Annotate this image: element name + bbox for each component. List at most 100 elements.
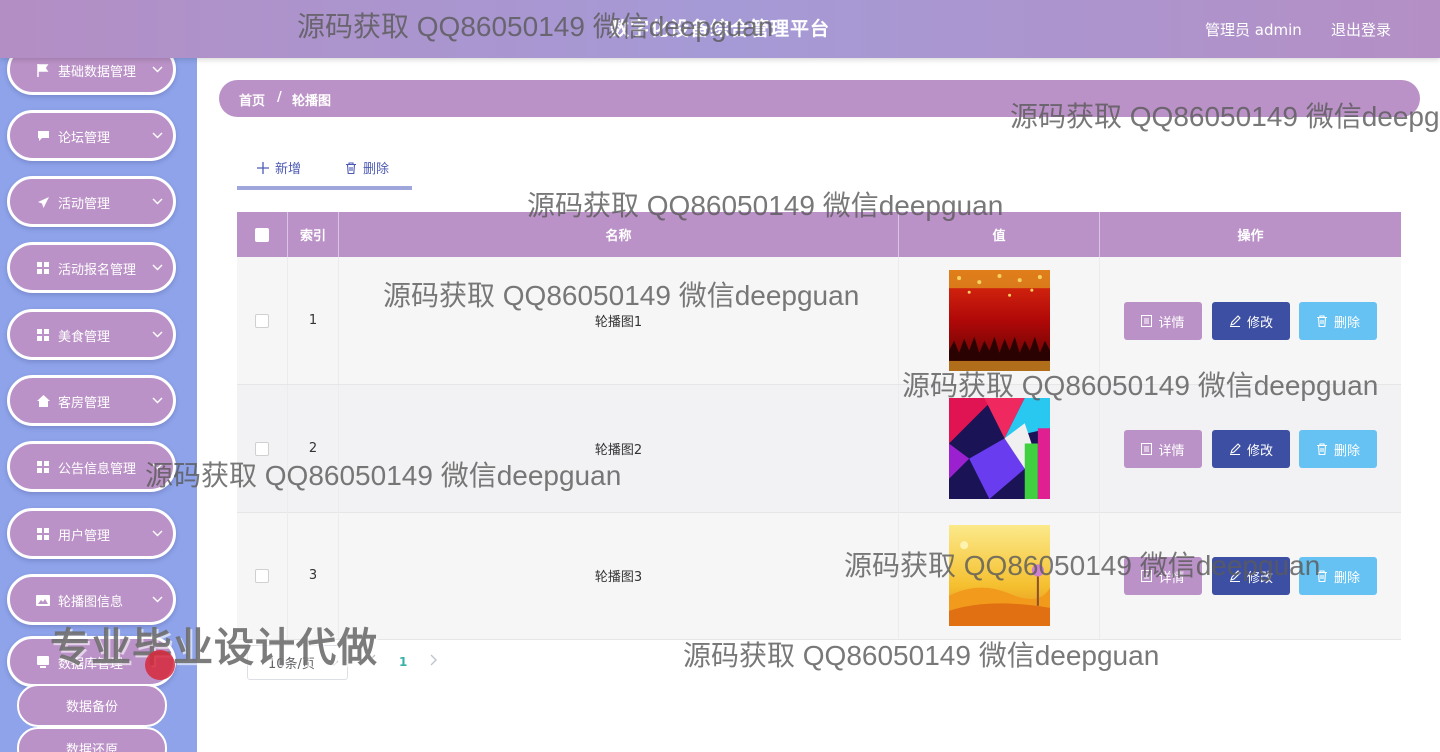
row-select-cell <box>237 257 288 384</box>
row-image-cell <box>899 385 1100 512</box>
chevron-down-icon <box>152 132 163 139</box>
detail-button[interactable]: 详情 <box>1124 302 1202 340</box>
sidebar-item-food[interactable]: 美食管理 <box>7 309 176 360</box>
sidebar-item-rooms[interactable]: 客房管理 <box>7 375 176 426</box>
page-number-current[interactable]: 1 <box>399 655 407 669</box>
sidebar-item-carousel[interactable]: 轮播图信息 <box>7 574 176 625</box>
flag-icon <box>35 62 51 78</box>
row-name: 轮播图3 <box>339 512 899 639</box>
delete-button[interactable]: 删除 <box>1299 557 1377 595</box>
add-button-label: 新增 <box>275 162 302 177</box>
page-size-select[interactable]: 10条/页 <box>247 645 348 680</box>
logout-button[interactable]: 退出登录 <box>1331 19 1391 40</box>
sidebar-subitem-backup[interactable]: 数据备份 <box>17 684 167 727</box>
row-name: 轮播图2 <box>339 385 899 512</box>
row-checkbox[interactable] <box>255 441 269 456</box>
grid-icon <box>35 459 51 475</box>
row-index: 1 <box>288 257 339 384</box>
top-header: 数字化设备综合管理平台 管理员 admin 退出登录 <box>0 0 1440 58</box>
comment-icon <box>35 128 51 144</box>
edit-button[interactable]: 修改 <box>1212 430 1290 468</box>
detail-button[interactable]: 详情 <box>1124 557 1202 595</box>
detail-button-label: 详情 <box>1158 315 1185 331</box>
sidebar-item-forum[interactable]: 论坛管理 <box>7 110 176 161</box>
row-actions-cell: 详情 修改 删除 <box>1100 257 1401 384</box>
pencil-icon <box>1229 315 1241 327</box>
image-icon <box>35 592 51 608</box>
mouse-cursor-indicator <box>145 650 175 680</box>
sidebar-item-label: 活动报名管理 <box>58 263 137 278</box>
sidebar: 基础数据管理 论坛管理 活动管理 活动报名管理 美食管理 客房管理 公告信息管理… <box>0 0 197 752</box>
trash-icon <box>1316 315 1327 327</box>
sidebar-item-label: 轮播图信息 <box>58 595 124 610</box>
carousel-thumbnail-red-stage[interactable] <box>948 270 1050 371</box>
row-image-cell <box>899 257 1100 384</box>
edit-button[interactable]: 修改 <box>1212 557 1290 595</box>
carousel-thumbnail-autumn-landscape[interactable] <box>948 525 1050 626</box>
detail-button-label: 详情 <box>1158 570 1185 586</box>
sidebar-subitem-label: 数据还原 <box>65 743 118 752</box>
row-name: 轮播图1 <box>339 257 899 384</box>
chevron-down-icon <box>152 596 163 603</box>
sidebar-item-label: 数据库管理 <box>58 657 124 672</box>
sidebar-item-activity-signup[interactable]: 活动报名管理 <box>7 242 176 293</box>
edit-button[interactable]: 修改 <box>1212 302 1290 340</box>
table-row: 2 轮播图2 详情 修改 删除 <box>237 385 1401 513</box>
row-select-cell <box>237 385 288 512</box>
edit-button-label: 修改 <box>1246 443 1273 459</box>
breadcrumb: 首页 / 轮播图 <box>219 80 1420 117</box>
carousel-table: 索引 名称 值 操作 1 轮播图1 详情 修改 删除 2 轮播图2 详情 修改 … <box>237 212 1401 640</box>
sidebar-item-label: 美食管理 <box>58 330 111 345</box>
column-header-name: 名称 <box>339 212 899 257</box>
sidebar-item-announcements[interactable]: 公告信息管理 <box>7 441 176 492</box>
add-button[interactable]: 新增 <box>257 158 301 177</box>
delete-button-label: 删除 <box>1333 443 1360 459</box>
chevron-down-icon <box>152 397 163 404</box>
sidebar-item-label: 基础数据管理 <box>58 65 137 80</box>
delete-button[interactable]: 删除 <box>1299 302 1377 340</box>
sidebar-item-label: 客房管理 <box>58 396 111 411</box>
next-page-button[interactable] <box>429 654 437 670</box>
chevron-down-icon <box>152 331 163 338</box>
row-actions-cell: 详情 修改 删除 <box>1100 512 1401 639</box>
chevron-down-icon <box>152 66 163 73</box>
delete-button[interactable]: 删除 <box>1299 430 1377 468</box>
select-all-cell <box>237 212 288 257</box>
database-icon <box>35 654 51 670</box>
row-image-cell <box>899 512 1100 639</box>
current-user-label: 管理员 admin <box>1205 21 1302 39</box>
row-select-cell <box>237 512 288 639</box>
home-icon <box>35 393 51 409</box>
sidebar-item-activity[interactable]: 活动管理 <box>7 176 176 227</box>
sidebar-item-label: 活动管理 <box>58 197 111 212</box>
row-checkbox[interactable] <box>255 313 269 328</box>
chevron-down-icon <box>152 530 163 537</box>
select-all-checkbox[interactable] <box>255 227 269 242</box>
column-header-value: 值 <box>899 212 1100 257</box>
chevron-right-icon <box>430 654 437 666</box>
row-index: 2 <box>288 385 339 512</box>
sidebar-item-users[interactable]: 用户管理 <box>7 508 176 559</box>
sidebar-subitem-label: 数据备份 <box>65 700 118 715</box>
document-icon <box>1141 315 1153 327</box>
table-row: 3 轮播图3 详情 修改 删除 <box>237 512 1401 640</box>
plus-icon <box>257 161 269 174</box>
edit-button-label: 修改 <box>1246 315 1273 331</box>
grid-icon <box>35 526 51 542</box>
detail-button[interactable]: 详情 <box>1124 430 1202 468</box>
batch-delete-button[interactable]: 删除 <box>345 158 389 177</box>
table-row: 1 轮播图1 详情 修改 删除 <box>237 257 1401 385</box>
row-checkbox[interactable] <box>255 568 269 583</box>
prev-page-button[interactable] <box>369 654 377 670</box>
row-index: 3 <box>288 512 339 639</box>
carousel-thumbnail-colorful-geometric[interactable] <box>948 398 1050 499</box>
breadcrumb-current: 轮播图 <box>292 94 332 109</box>
delete-button-label: 删除 <box>1333 570 1360 586</box>
sidebar-subitem-restore[interactable]: 数据还原 <box>17 727 167 752</box>
toolbar: 新增 删除 <box>237 150 412 190</box>
chevron-left-icon <box>369 654 376 666</box>
watermark: 源码获取 QQ86050149 微信deepguan <box>683 640 1160 671</box>
breadcrumb-home[interactable]: 首页 <box>239 90 265 109</box>
trash-icon <box>1316 570 1327 582</box>
chevron-down-icon <box>152 198 163 205</box>
